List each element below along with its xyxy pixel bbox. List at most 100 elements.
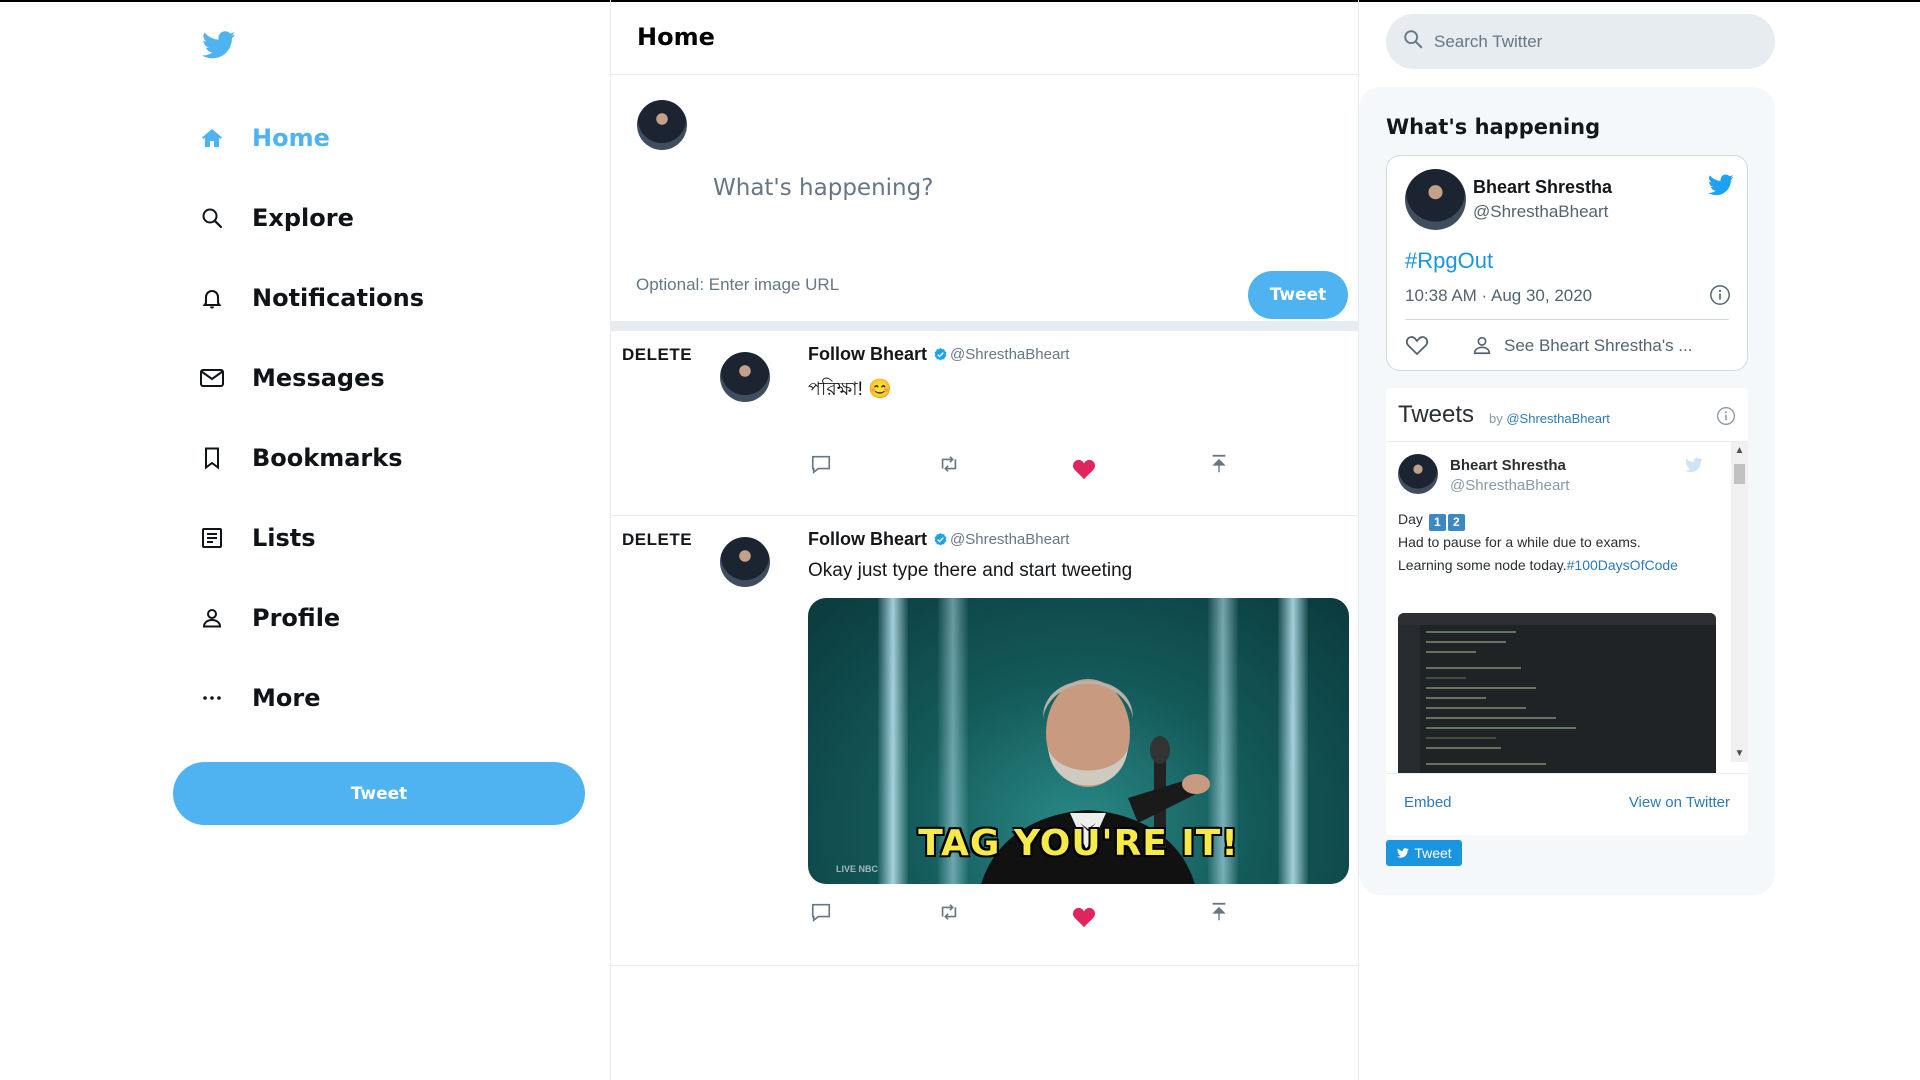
search-input[interactable] <box>1434 31 1734 52</box>
tweet-line: Had to pause for a while due to exams. <box>1398 534 1641 550</box>
timeline-title: Tweets <box>1398 401 1475 428</box>
twitter-bird-icon[interactable] <box>1707 172 1735 203</box>
day-label: Day <box>1398 511 1423 527</box>
tweet-author-handle[interactable]: @ShresthaBheart <box>950 531 1069 548</box>
mail-icon <box>198 364 226 392</box>
sidebar-item-profile[interactable]: Profile <box>198 593 340 643</box>
info-icon[interactable] <box>1709 284 1731 311</box>
code-line <box>1426 727 1576 729</box>
tweet-actions <box>808 899 1328 929</box>
tweet-text-input[interactable]: What's happening? <box>713 175 933 201</box>
embedded-tweet-card[interactable]: Bheart Shrestha @ShresthaBheart #RpgOut … <box>1386 155 1748 371</box>
scrollbar-thumb[interactable] <box>1734 464 1745 484</box>
sidebar-item-label: Messages <box>252 364 385 392</box>
embed-timestamp[interactable]: 10:38 AM · Aug 30, 2020 <box>1405 286 1592 306</box>
embed-author-handle[interactable]: @ShresthaBheart <box>1473 202 1608 222</box>
info-icon[interactable] <box>1716 406 1736 431</box>
delete-button[interactable]: DELETE <box>622 530 692 550</box>
image-url-input[interactable]: Optional: Enter image URL <box>636 275 839 295</box>
tweet-item: DELETE Follow Bheart @ShresthaBheart Oka… <box>611 516 1358 966</box>
tweet-text: পরিক্ষা! 😊 <box>808 379 892 400</box>
search-icon <box>1402 28 1424 55</box>
code-line <box>1426 747 1501 749</box>
timeline-header: Tweets by @ShresthaBheart <box>1386 388 1748 442</box>
more-icon <box>198 684 226 712</box>
tweet-author-handle[interactable]: @ShresthaBheart <box>950 346 1069 363</box>
embed-link[interactable]: Embed <box>1404 794 1452 811</box>
timeline-byline: by @ShresthaBheart <box>1489 411 1610 426</box>
page-header: Home <box>611 0 1358 75</box>
divider <box>1405 319 1729 320</box>
retweet-icon[interactable] <box>936 451 962 477</box>
delete-button[interactable]: DELETE <box>622 345 692 365</box>
tweet-header: Follow Bheart @ShresthaBheart <box>808 344 1069 365</box>
code-line <box>1426 631 1516 633</box>
heart-outline-icon[interactable] <box>1405 334 1429 361</box>
timeline-tweet-text: Day 12 Had to pause for a while due to e… <box>1398 508 1698 577</box>
twitter-logo-icon[interactable] <box>200 28 238 62</box>
avatar[interactable] <box>720 537 770 587</box>
tweet-text: Okay just type there and start tweeting <box>808 560 1133 581</box>
embed-author-name[interactable]: Bheart Shrestha <box>1473 177 1612 198</box>
sidebar: Home Explore Notifications Messages Book… <box>0 0 610 1080</box>
sidebar-item-more[interactable]: More <box>198 673 320 723</box>
verified-badge-icon <box>934 532 947 546</box>
search-icon <box>198 204 226 232</box>
timeline-tweet-author[interactable]: Bheart Shrestha <box>1450 457 1566 474</box>
twitter-bird-icon[interactable] <box>1684 456 1704 479</box>
share-icon[interactable] <box>1206 451 1232 477</box>
like-heart-icon[interactable] <box>1071 904 1097 930</box>
scroll-up-arrow-icon[interactable]: ▲ <box>1733 444 1746 457</box>
like-heart-icon[interactable] <box>1071 456 1097 482</box>
tweet-text-placeholder: What's happening? <box>713 175 934 201</box>
timeline-scrollbar[interactable]: ▲ ▼ <box>1731 442 1748 762</box>
bell-icon <box>198 284 226 312</box>
sidebar-item-notifications[interactable]: Notifications <box>198 273 424 323</box>
tweet-author-name[interactable]: Follow Bheart <box>808 344 927 365</box>
retweet-icon[interactable] <box>936 899 962 925</box>
right-sidebar: What's happening Bheart Shrestha @Shrest… <box>1359 0 1920 1080</box>
sidebar-item-label: Lists <box>252 524 316 552</box>
sidebar-item-home[interactable]: Home <box>198 113 330 163</box>
code-line <box>1426 707 1526 709</box>
reply-icon[interactable] <box>808 451 834 477</box>
timeline-footer: Embed View on Twitter <box>1386 773 1748 835</box>
code-line <box>1426 651 1476 653</box>
embedded-timeline: Tweets by @ShresthaBheart Bheart Shresth… <box>1386 388 1748 835</box>
timeline-handle-link[interactable]: @ShresthaBheart <box>1506 411 1610 426</box>
verified-badge-icon <box>934 347 947 361</box>
reply-icon[interactable] <box>808 899 834 925</box>
code-line <box>1426 667 1521 669</box>
share-tweet-button[interactable]: Tweet <box>1386 840 1462 866</box>
avatar[interactable] <box>1398 454 1438 494</box>
avatar[interactable] <box>1405 169 1466 230</box>
view-on-twitter-link[interactable]: View on Twitter <box>1629 794 1730 811</box>
code-line <box>1426 697 1486 699</box>
sidebar-item-lists[interactable]: Lists <box>198 513 316 563</box>
editor-tab-bar <box>1398 613 1716 625</box>
gif-caption: TAG YOU'RE IT! <box>918 823 1239 864</box>
avatar <box>637 100 687 150</box>
sidebar-item-label: Bookmarks <box>252 444 403 472</box>
avatar[interactable] <box>720 352 770 402</box>
hashtag-link[interactable]: #RpgOut <box>1405 248 1493 274</box>
sidebar-item-bookmarks[interactable]: Bookmarks <box>198 433 403 483</box>
editor-gutter <box>1398 625 1420 773</box>
scroll-down-arrow-icon[interactable]: ▼ <box>1733 747 1746 760</box>
tweet-submit-button[interactable]: Tweet <box>1248 271 1348 319</box>
tweet-author-name[interactable]: Follow Bheart <box>808 529 927 550</box>
see-profile-link[interactable]: See Bheart Shrestha's ... <box>1504 336 1692 356</box>
tweet-gif-image[interactable]: TAG YOU'RE IT! LIVE NBC <box>808 598 1349 884</box>
timeline-tweet-handle[interactable]: @ShresthaBheart <box>1450 477 1569 494</box>
sidebar-tweet-button[interactable]: Tweet <box>173 762 585 825</box>
code-screenshot-image[interactable] <box>1398 613 1716 773</box>
sidebar-item-messages[interactable]: Messages <box>198 353 385 403</box>
search-bar[interactable] <box>1386 14 1775 69</box>
person-icon <box>198 604 226 632</box>
gif-watermark: LIVE NBC <box>836 864 879 874</box>
sidebar-item-explore[interactable]: Explore <box>198 193 354 243</box>
home-icon <box>198 124 226 152</box>
code-line <box>1426 677 1466 679</box>
hashtag-link[interactable]: #100DaysOfCode <box>1567 557 1678 573</box>
share-icon[interactable] <box>1206 899 1232 925</box>
